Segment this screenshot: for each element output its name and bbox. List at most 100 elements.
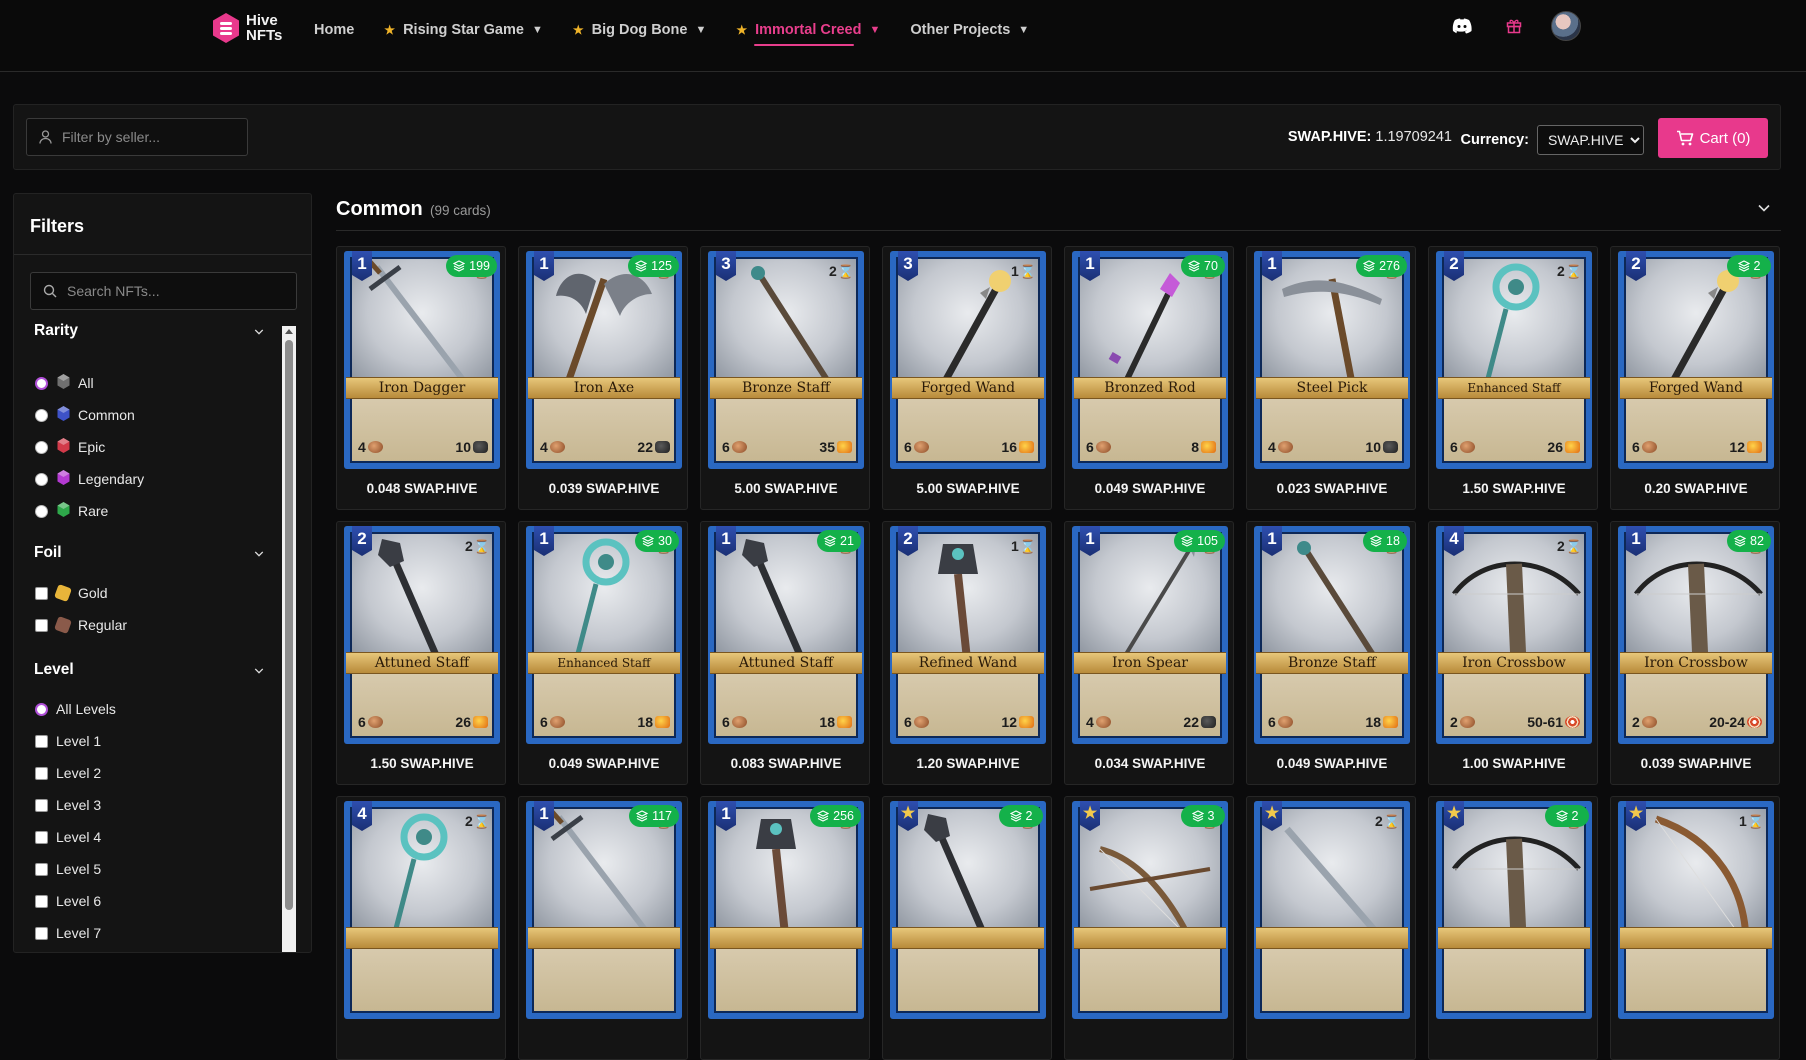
card-image[interactable]: Enhanced Staff12⌛618 <box>526 526 682 744</box>
section-header[interactable]: Common (99 cards) <box>336 193 1781 231</box>
sidebar-scrollbar[interactable] <box>282 326 296 952</box>
chevron-down-icon[interactable] <box>254 549 264 559</box>
nft-card[interactable]: Refined Wand 2 1⌛ 6 12 1.20 SWAP.HIVE <box>882 521 1052 785</box>
radio-button[interactable] <box>35 376 48 390</box>
nft-card[interactable]: ★2⌛3 <box>1064 796 1234 1060</box>
currency-select[interactable]: SWAP.HIVE <box>1537 125 1644 155</box>
foil-title[interactable]: Foil <box>34 544 62 562</box>
card-image[interactable]: Refined Wand 2 1⌛ 6 12 <box>890 526 1046 744</box>
rarity-option-all[interactable]: All <box>35 373 94 393</box>
nft-card[interactable]: Iron Crossbow 4 2⌛ 2 50-61 1.00 SWAP.HIVE <box>1428 521 1598 785</box>
nft-card[interactable]: 4 2⌛ <box>336 796 506 1060</box>
nft-card[interactable]: 12⌛117 <box>518 796 688 1060</box>
nft-card[interactable]: ★2⌛2 <box>882 796 1052 1060</box>
checkbox[interactable] <box>35 894 48 908</box>
checkbox[interactable] <box>35 926 48 940</box>
nft-card[interactable]: Steel Pick11⌛4102760.023 SWAP.HIVE <box>1246 246 1416 510</box>
nft-card[interactable]: Iron Axe12⌛4221250.039 SWAP.HIVE <box>518 246 688 510</box>
checkbox[interactable] <box>35 862 48 876</box>
nft-search-input[interactable] <box>67 283 267 299</box>
discord-icon[interactable] <box>1446 10 1478 42</box>
card-image[interactable]: Iron Crossbow 4 2⌛ 2 50-61 <box>1436 526 1592 744</box>
checkbox[interactable] <box>35 586 48 600</box>
nft-search[interactable] <box>30 272 297 310</box>
card-image[interactable]: ★2⌛ <box>1254 801 1410 1019</box>
rarity-title[interactable]: Rarity <box>34 322 78 340</box>
card-image[interactable]: Iron Spear12⌛422 <box>1072 526 1228 744</box>
nft-card[interactable]: Forged Wand21⌛61220.20 SWAP.HIVE <box>1610 246 1780 510</box>
scrollbar-thumb[interactable] <box>285 340 293 910</box>
card-image[interactable]: ★2⌛ <box>1436 801 1592 1019</box>
radio-button[interactable] <box>35 702 48 716</box>
nav-item-other-projects[interactable]: Other Projects ▼ <box>910 22 1029 38</box>
nft-card[interactable]: Bronze Staff12⌛618180.049 SWAP.HIVE <box>1246 521 1416 785</box>
level-option-level-3[interactable]: Level 3 <box>35 795 101 815</box>
card-image[interactable]: Bronze Staff12⌛618 <box>1254 526 1410 744</box>
nft-card[interactable]: Attuned Staff 2 2⌛ 6 26 1.50 SWAP.HIVE <box>336 521 506 785</box>
foil-option-regular[interactable]: Regular <box>35 615 127 635</box>
card-image[interactable]: 4 2⌛ <box>344 801 500 1019</box>
seller-filter[interactable] <box>26 118 248 156</box>
nft-card[interactable]: ★ 1⌛ <box>1610 796 1780 1060</box>
level-option-level-4[interactable]: Level 4 <box>35 827 101 847</box>
foil-option-gold[interactable]: Gold <box>35 583 108 603</box>
user-avatar[interactable] <box>1550 10 1582 42</box>
rarity-option-legendary[interactable]: Legendary <box>35 469 144 489</box>
checkbox[interactable] <box>35 766 48 780</box>
nft-card[interactable]: Forged Wand 3 1⌛ 6 16 5.00 SWAP.HIVE <box>882 246 1052 510</box>
checkbox[interactable] <box>35 798 48 812</box>
nft-card[interactable]: Enhanced Staff 2 2⌛ 6 26 1.50 SWAP.HIVE <box>1428 246 1598 510</box>
card-image[interactable]: Forged Wand 3 1⌛ 6 16 <box>890 251 1046 469</box>
rarity-option-rare[interactable]: Rare <box>35 501 108 521</box>
level-option-level-5[interactable]: Level 5 <box>35 859 101 879</box>
card-image[interactable]: Iron Axe12⌛422 <box>526 251 682 469</box>
card-image[interactable]: Enhanced Staff 2 2⌛ 6 26 <box>1436 251 1592 469</box>
level-option-all-levels[interactable]: All Levels <box>35 699 116 719</box>
rarity-option-common[interactable]: Common <box>35 405 135 425</box>
nft-card[interactable]: Iron Dagger11⌛4101990.048 SWAP.HIVE <box>336 246 506 510</box>
seller-filter-input[interactable] <box>62 129 232 145</box>
card-image[interactable]: Bronze Staff 3 2⌛ 6 35 <box>708 251 864 469</box>
nft-card[interactable]: ★2⌛2 <box>1428 796 1598 1060</box>
rarity-option-epic[interactable]: Epic <box>35 437 105 457</box>
radio-button[interactable] <box>35 472 48 486</box>
level-option-level-1[interactable]: Level 1 <box>35 731 101 751</box>
checkbox[interactable] <box>35 830 48 844</box>
nav-item-rising-star-game[interactable]: ★ Rising Star Game ▼ <box>384 22 543 38</box>
chevron-down-icon[interactable] <box>1757 203 1771 213</box>
card-image[interactable]: Attuned Staff12⌛618 <box>708 526 864 744</box>
card-image[interactable]: Iron Crossbow12⌛220-24 <box>1618 526 1774 744</box>
checkbox[interactable] <box>35 734 48 748</box>
card-image[interactable]: 12⌛ <box>526 801 682 1019</box>
chevron-down-icon[interactable] <box>254 327 264 337</box>
level-option-level-7[interactable]: Level 7 <box>35 923 101 943</box>
nav-item-big-dog-bone[interactable]: ★ Big Dog Bone ▼ <box>573 22 707 38</box>
nft-card[interactable]: Bronzed Rod11⌛68700.049 SWAP.HIVE <box>1064 246 1234 510</box>
level-option-level-2[interactable]: Level 2 <box>35 763 101 783</box>
card-image[interactable]: Iron Dagger11⌛410 <box>344 251 500 469</box>
nav-item-home[interactable]: Home <box>314 22 354 38</box>
radio-button[interactable] <box>35 408 48 422</box>
radio-button[interactable] <box>35 440 48 454</box>
card-image[interactable]: Bronzed Rod11⌛68 <box>1072 251 1228 469</box>
cart-button[interactable]: Cart (0) <box>1658 118 1768 158</box>
card-image[interactable]: ★2⌛ <box>1072 801 1228 1019</box>
nft-card[interactable]: Enhanced Staff12⌛618300.049 SWAP.HIVE <box>518 521 688 785</box>
checkbox[interactable] <box>35 618 48 632</box>
card-image[interactable]: ★ 1⌛ <box>1618 801 1774 1019</box>
scroll-up-arrow[interactable] <box>285 329 293 334</box>
nft-card[interactable]: Bronze Staff 3 2⌛ 6 35 5.00 SWAP.HIVE <box>700 246 870 510</box>
nft-card[interactable]: ★ 2⌛ <box>1246 796 1416 1060</box>
radio-button[interactable] <box>35 504 48 518</box>
level-title[interactable]: Level <box>34 661 74 679</box>
card-image[interactable]: Steel Pick11⌛410 <box>1254 251 1410 469</box>
card-image[interactable]: 11⌛ <box>708 801 864 1019</box>
level-option-level-6[interactable]: Level 6 <box>35 891 101 911</box>
nav-item-immortal-creed[interactable]: ★ Immortal Creed ▼ <box>736 22 880 46</box>
hive-nfts-logo[interactable]: Hive NFTs <box>212 12 282 44</box>
chevron-down-icon[interactable] <box>254 666 264 676</box>
gift-icon[interactable] <box>1498 10 1530 42</box>
card-image[interactable]: ★2⌛ <box>890 801 1046 1019</box>
nft-card[interactable]: 11⌛256 <box>700 796 870 1060</box>
card-image[interactable]: Attuned Staff 2 2⌛ 6 26 <box>344 526 500 744</box>
